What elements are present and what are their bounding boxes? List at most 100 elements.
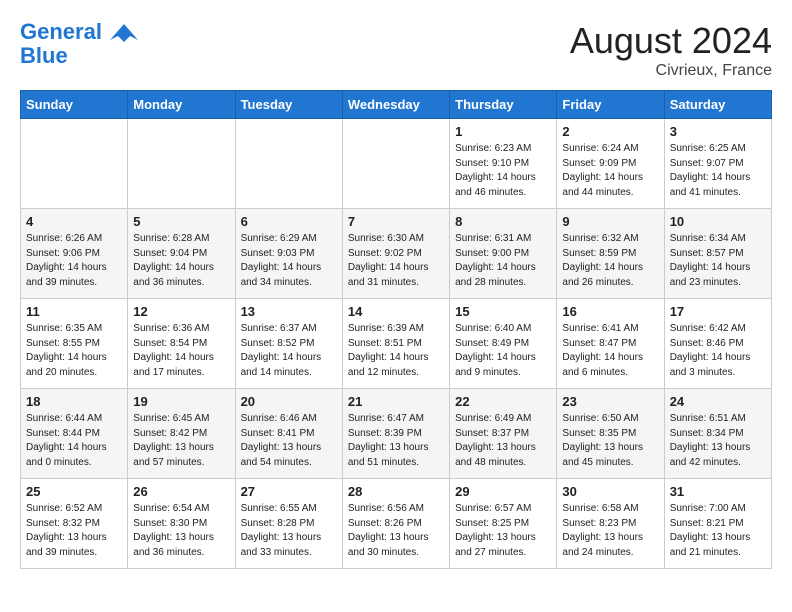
day-number: 18 xyxy=(26,394,122,409)
calendar-cell: 20Sunrise: 6:46 AM Sunset: 8:41 PM Dayli… xyxy=(235,389,342,479)
calendar-cell: 2 Sunrise: 6:24 AM Sunset: 9:09 PM Daylig… xyxy=(557,119,664,209)
day-info: Sunrise: 6:24 AM Sunset: 9:09 PM Dayligh… xyxy=(562,142,658,200)
calendar-cell: 14 Sunrise: 6:39 AM Sunset: 8:51 PM Dayli… xyxy=(342,299,449,389)
day-number: 5 xyxy=(133,214,229,229)
calendar-cell: 23 Sunrise: 6:50 AM Sunset: 8:35 PM Dayli… xyxy=(557,389,664,479)
calendar-header: SundayMondayTuesdayWednesdayThursdayFrid… xyxy=(21,91,772,119)
day-info: Sunrise: 6:36 AM Sunset: 8:54 PM Dayligh… xyxy=(133,322,229,380)
col-header-wednesday: Wednesday xyxy=(342,91,449,119)
day-info: Sunrise: 6:26 AM Sunset: 9:06 PM Dayligh… xyxy=(26,232,122,290)
day-info: Sunrise: 6:29 AM Sunset: 9:03 PM Dayligh… xyxy=(241,232,337,290)
day-number: 26 xyxy=(133,484,229,499)
calendar-cell: 15 Sunrise: 6:40 AM Sunset: 8:49 PM Dayli… xyxy=(450,299,557,389)
logo: General Blue xyxy=(20,20,138,68)
day-number: 12 xyxy=(133,304,229,319)
day-number: 9 xyxy=(562,214,658,229)
day-info: Sunrise: 6:45 AM Sunset: 8:42 PM Dayligh… xyxy=(133,412,229,470)
day-info: Sunrise: 6:56 AM Sunset: 8:26 PM Dayligh… xyxy=(348,502,444,560)
day-info: Sunrise: 6:23 AM Sunset: 9:10 PM Dayligh… xyxy=(455,142,551,200)
day-info: Sunrise: 6:25 AM Sunset: 9:07 PM Dayligh… xyxy=(670,142,766,200)
day-number: 2 xyxy=(562,124,658,139)
day-info: Sunrise: 6:49 AM Sunset: 8:37 PM Dayligh… xyxy=(455,412,551,470)
day-info: Sunrise: 6:30 AM Sunset: 9:02 PM Dayligh… xyxy=(348,232,444,290)
day-number: 25 xyxy=(26,484,122,499)
day-info: Sunrise: 6:46 AM Sunset: 8:41 PM Dayligh… xyxy=(241,412,337,470)
day-number: 6 xyxy=(241,214,337,229)
calendar-cell: 3 Sunrise: 6:25 AM Sunset: 9:07 PM Daylig… xyxy=(664,119,771,209)
calendar-week-row: 18 Sunrise: 6:44 AM Sunset: 8:44 PM Dayli… xyxy=(21,389,772,479)
calendar-cell xyxy=(235,119,342,209)
title-block: August 2024 Civrieux, France xyxy=(570,20,772,80)
calendar-cell: 4 Sunrise: 6:26 AM Sunset: 9:06 PM Daylig… xyxy=(21,209,128,299)
day-number: 21 xyxy=(348,394,444,409)
day-info: Sunrise: 6:32 AM Sunset: 8:59 PM Dayligh… xyxy=(562,232,658,290)
day-info: Sunrise: 6:41 AM Sunset: 8:47 PM Dayligh… xyxy=(562,322,658,380)
day-info: Sunrise: 6:44 AM Sunset: 8:44 PM Dayligh… xyxy=(26,412,122,470)
day-info: Sunrise: 7:00 AM Sunset: 8:21 PM Dayligh… xyxy=(670,502,766,560)
calendar-cell: 19 Sunrise: 6:45 AM Sunset: 8:42 PM Dayli… xyxy=(128,389,235,479)
calendar-cell: 10Sunrise: 6:34 AM Sunset: 8:57 PM Dayli… xyxy=(664,209,771,299)
calendar-cell xyxy=(342,119,449,209)
calendar-cell: 24Sunrise: 6:51 AM Sunset: 8:34 PM Dayli… xyxy=(664,389,771,479)
day-info: Sunrise: 6:57 AM Sunset: 8:25 PM Dayligh… xyxy=(455,502,551,560)
day-info: Sunrise: 6:54 AM Sunset: 8:30 PM Dayligh… xyxy=(133,502,229,560)
calendar-week-row: 1 Sunrise: 6:23 AM Sunset: 9:10 PM Daylig… xyxy=(21,119,772,209)
calendar-cell: 30 Sunrise: 6:58 AM Sunset: 8:23 PM Dayli… xyxy=(557,479,664,569)
day-number: 1 xyxy=(455,124,551,139)
calendar-cell: 9 Sunrise: 6:32 AM Sunset: 8:59 PM Daylig… xyxy=(557,209,664,299)
day-number: 23 xyxy=(562,394,658,409)
calendar-cell: 5 Sunrise: 6:28 AM Sunset: 9:04 PM Daylig… xyxy=(128,209,235,299)
day-number: 22 xyxy=(455,394,551,409)
day-number: 3 xyxy=(670,124,766,139)
day-info: Sunrise: 6:40 AM Sunset: 8:49 PM Dayligh… xyxy=(455,322,551,380)
day-number: 4 xyxy=(26,214,122,229)
col-header-friday: Friday xyxy=(557,91,664,119)
calendar-week-row: 25 Sunrise: 6:52 AM Sunset: 8:32 PM Dayli… xyxy=(21,479,772,569)
day-number: 19 xyxy=(133,394,229,409)
day-info: Sunrise: 6:34 AM Sunset: 8:57 PM Dayligh… xyxy=(670,232,766,290)
day-number: 7 xyxy=(348,214,444,229)
calendar-cell: 7 Sunrise: 6:30 AM Sunset: 9:02 PM Daylig… xyxy=(342,209,449,299)
calendar-cell: 6 Sunrise: 6:29 AM Sunset: 9:03 PM Daylig… xyxy=(235,209,342,299)
day-info: Sunrise: 6:28 AM Sunset: 9:04 PM Dayligh… xyxy=(133,232,229,290)
logo-line2: Blue xyxy=(20,44,138,68)
calendar-cell: 25 Sunrise: 6:52 AM Sunset: 8:32 PM Dayli… xyxy=(21,479,128,569)
day-info: Sunrise: 6:35 AM Sunset: 8:55 PM Dayligh… xyxy=(26,322,122,380)
calendar-cell: 21Sunrise: 6:47 AM Sunset: 8:39 PM Dayli… xyxy=(342,389,449,479)
calendar-cell: 27Sunrise: 6:55 AM Sunset: 8:28 PM Dayli… xyxy=(235,479,342,569)
day-number: 30 xyxy=(562,484,658,499)
day-info: Sunrise: 6:58 AM Sunset: 8:23 PM Dayligh… xyxy=(562,502,658,560)
day-number: 14 xyxy=(348,304,444,319)
calendar-cell: 12 Sunrise: 6:36 AM Sunset: 8:54 PM Dayli… xyxy=(128,299,235,389)
day-info: Sunrise: 6:50 AM Sunset: 8:35 PM Dayligh… xyxy=(562,412,658,470)
col-header-monday: Monday xyxy=(128,91,235,119)
col-header-thursday: Thursday xyxy=(450,91,557,119)
day-number: 15 xyxy=(455,304,551,319)
col-header-tuesday: Tuesday xyxy=(235,91,342,119)
col-header-saturday: Saturday xyxy=(664,91,771,119)
logo-bird-icon xyxy=(110,22,138,44)
day-info: Sunrise: 6:31 AM Sunset: 9:00 PM Dayligh… xyxy=(455,232,551,290)
day-number: 29 xyxy=(455,484,551,499)
day-info: Sunrise: 6:55 AM Sunset: 8:28 PM Dayligh… xyxy=(241,502,337,560)
day-number: 13 xyxy=(241,304,337,319)
calendar-cell: 16Sunrise: 6:41 AM Sunset: 8:47 PM Dayli… xyxy=(557,299,664,389)
day-number: 11 xyxy=(26,304,122,319)
day-info: Sunrise: 6:52 AM Sunset: 8:32 PM Dayligh… xyxy=(26,502,122,560)
calendar-cell: 29 Sunrise: 6:57 AM Sunset: 8:25 PM Dayli… xyxy=(450,479,557,569)
page-header: General Blue August 2024 Civrieux, Franc… xyxy=(20,20,772,80)
day-info: Sunrise: 6:39 AM Sunset: 8:51 PM Dayligh… xyxy=(348,322,444,380)
calendar-week-row: 4 Sunrise: 6:26 AM Sunset: 9:06 PM Daylig… xyxy=(21,209,772,299)
calendar-cell: 26 Sunrise: 6:54 AM Sunset: 8:30 PM Dayli… xyxy=(128,479,235,569)
day-number: 8 xyxy=(455,214,551,229)
calendar-cell: 8 Sunrise: 6:31 AM Sunset: 9:00 PM Daylig… xyxy=(450,209,557,299)
day-info: Sunrise: 6:37 AM Sunset: 8:52 PM Dayligh… xyxy=(241,322,337,380)
calendar-cell: 22 Sunrise: 6:49 AM Sunset: 8:37 PM Dayli… xyxy=(450,389,557,479)
day-number: 31 xyxy=(670,484,766,499)
calendar-cell: 31 Sunrise: 7:00 AM Sunset: 8:21 PM Dayli… xyxy=(664,479,771,569)
day-info: Sunrise: 6:42 AM Sunset: 8:46 PM Dayligh… xyxy=(670,322,766,380)
calendar-cell: 13 Sunrise: 6:37 AM Sunset: 8:52 PM Dayli… xyxy=(235,299,342,389)
calendar-table: SundayMondayTuesdayWednesdayThursdayFrid… xyxy=(20,90,772,569)
calendar-cell: 11 Sunrise: 6:35 AM Sunset: 8:55 PM Dayli… xyxy=(21,299,128,389)
calendar-cell xyxy=(21,119,128,209)
